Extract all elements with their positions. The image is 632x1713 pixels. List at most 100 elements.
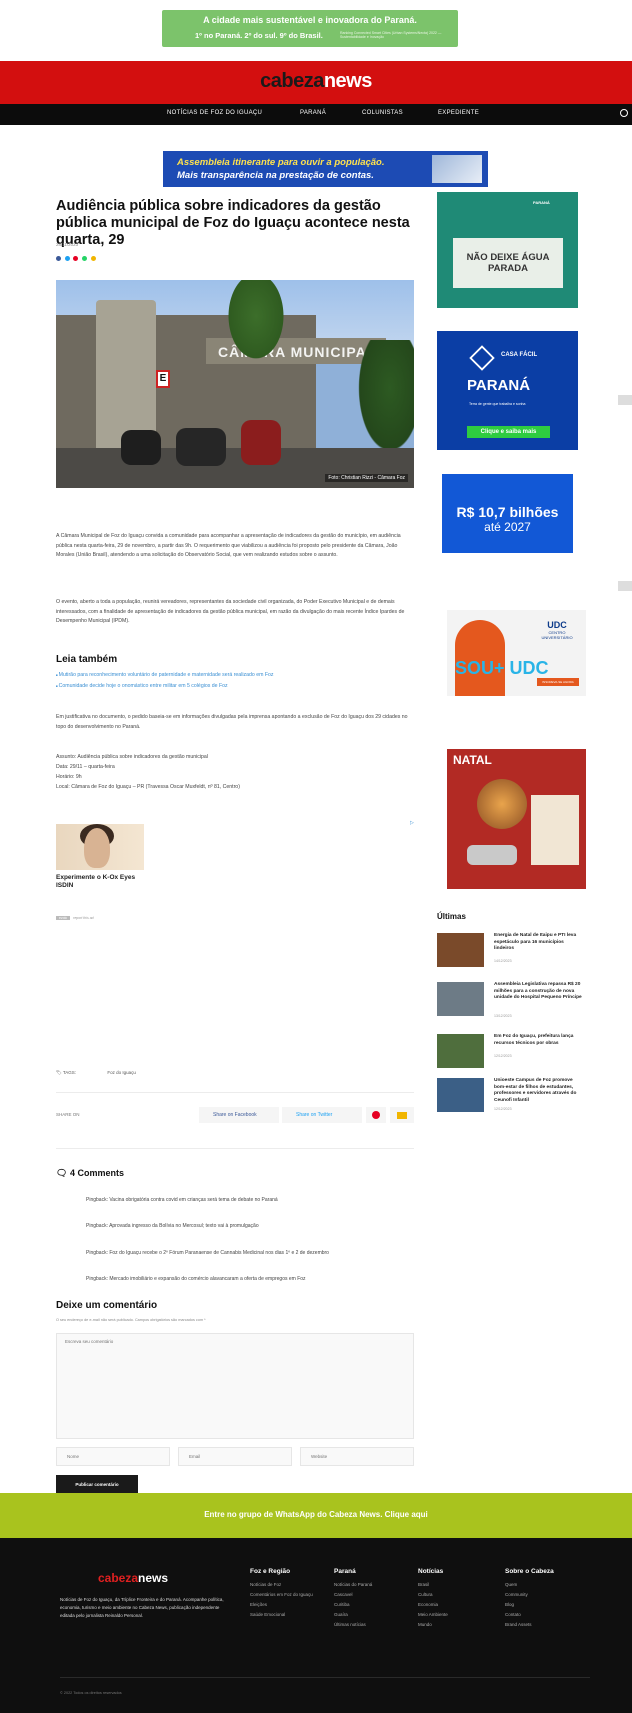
building-image — [432, 155, 482, 183]
latest-news-item[interactable]: Assembleia Legislativa repassa R$ 20 mil… — [437, 982, 587, 1018]
share-icons-top — [56, 256, 98, 263]
footer-link[interactable]: Curitiba — [334, 1600, 409, 1610]
footer-link[interactable]: Guaíra — [334, 1610, 409, 1620]
news-thumbnail — [437, 1034, 484, 1068]
comment-textarea[interactable] — [56, 1333, 414, 1439]
footer-link[interactable]: Community — [505, 1590, 580, 1600]
related-link[interactable]: Mutirão para reconhecimento voluntário d… — [56, 670, 414, 681]
top-banner-ad[interactable]: A cidade mais sustentável e inovadora do… — [162, 10, 458, 47]
share-twitter-button[interactable]: Share on Twitter — [282, 1107, 362, 1123]
nav-item-noticias-foz[interactable]: NOTÍCIAS DE FOZ DO IGUAÇU — [167, 110, 262, 116]
nav-item-expediente[interactable]: EXPEDIENTE — [438, 110, 479, 116]
pinterest-button[interactable] — [366, 1107, 386, 1123]
footer-link[interactable]: Blog — [505, 1600, 580, 1610]
divider — [56, 1092, 414, 1093]
search-icon[interactable] — [620, 109, 628, 117]
sidebar-ad-casa-facil[interactable]: CASA FÁCIL PARANÁ Terra de gente que tra… — [437, 331, 578, 450]
footer-link[interactable]: Mundo — [418, 1620, 493, 1630]
sponsored-promo[interactable]: Experimente o K-Ox Eyes ISDIN — [56, 824, 144, 890]
footer-link[interactable]: Comentários em Foz do Iguaçu — [250, 1590, 325, 1600]
mid-banner-ad[interactable]: Assembleia itinerante para ouvir a popul… — [163, 151, 488, 187]
event-date: Data: 29/11 – quarta-feira — [56, 764, 115, 770]
nav-item-parana[interactable]: PARANÁ — [300, 110, 326, 116]
whatsapp-banner[interactable]: Entre no grupo de WhatsApp do Cabeza New… — [0, 1493, 632, 1544]
comment-pingback[interactable]: Pingback: Foz do Iguaçu recebe o 2º Fóru… — [86, 1250, 426, 1256]
article-date: 28/11/2023 — [56, 242, 79, 247]
submit-comment-button[interactable]: Publicar comentário — [56, 1475, 138, 1493]
top-ad-headline: A cidade mais sustentável e inovadora do… — [203, 15, 417, 25]
footer-link[interactable]: Contato — [505, 1610, 580, 1620]
footer-link[interactable]: Quem — [505, 1580, 580, 1590]
footer-link[interactable]: Cascavel — [334, 1590, 409, 1600]
side-tab[interactable] — [618, 581, 632, 591]
pinterest-icon[interactable] — [73, 256, 79, 261]
footer-col-foz: Foz e Região Notícias de Foz Comentários… — [250, 1568, 325, 1620]
ad-casa-parana: PARANÁ — [467, 377, 531, 394]
sidebar-ad-bilhoes[interactable]: R$ 10,7 bilhões até 2027 — [442, 474, 573, 553]
ad-bil-year: até 2027 — [484, 520, 531, 534]
news-title[interactable]: Unioeste Campus de Foz promove bom-estar… — [494, 1078, 584, 1104]
nav-item-colunistas[interactable]: COLUNISTAS — [362, 110, 403, 116]
sidebar-ad-natal[interactable]: NATAL — [447, 749, 586, 889]
divider — [60, 1677, 590, 1678]
footer-link[interactable]: Notícias do Paraná — [334, 1580, 409, 1590]
article-paragraph: O evento, aberto a toda a população, reu… — [56, 599, 405, 624]
facebook-icon[interactable] — [56, 256, 61, 261]
sidebar-ad-udc[interactable]: SOU+ UDC UDC CENTRO UNIVERSITÁRIO INSCRE… — [447, 610, 586, 696]
footer-link[interactable]: Saúde Emocional — [250, 1610, 325, 1620]
car-image — [467, 845, 517, 865]
email-button[interactable] — [390, 1107, 414, 1123]
website-field[interactable] — [300, 1447, 414, 1466]
ad-casa-cta[interactable]: Clique e saiba mais — [467, 426, 550, 438]
whatsapp-icon[interactable] — [82, 256, 88, 261]
article-photo: CÂMARA MUNICIPAL E Foto: Christian Rizzi… — [56, 280, 414, 488]
footer-link[interactable]: Brand Assets — [505, 1620, 580, 1630]
share-label: SHARE ON — [56, 1112, 80, 1117]
footer-logo[interactable]: cabezanews — [98, 1571, 168, 1585]
sidebar-ad-water[interactable]: PARANÁ NÃO DEIXE ÁGUA PARADA — [437, 192, 578, 308]
comment-pingback[interactable]: Pingback: Vacina obrigatória contra covi… — [86, 1197, 426, 1203]
footer-link[interactable]: Notícias de Foz — [250, 1580, 325, 1590]
site-footer: cabezanews Notícias de Foz do Iguaçu, da… — [0, 1538, 632, 1713]
ad-info-icon[interactable]: ▷ — [410, 820, 415, 826]
email-field[interactable] — [178, 1447, 292, 1466]
footer-link[interactable]: Últimas notícias — [334, 1620, 409, 1630]
tag-link[interactable]: Foz do Iguaçu — [107, 1070, 136, 1075]
news-date: 13/12/2023 — [494, 1014, 512, 1018]
related-link[interactable]: Comunidade decide hoje o onomástico entr… — [56, 681, 414, 692]
latest-news-item[interactable]: Em Foz do Iguaçu, prefeitura lança recur… — [437, 1034, 587, 1070]
twitter-icon[interactable] — [64, 256, 70, 261]
latest-news-item[interactable]: Unioeste Campus de Foz promove bom-estar… — [437, 1078, 587, 1114]
whatsapp-cta[interactable]: Entre no grupo de WhatsApp do Cabeza New… — [0, 1510, 632, 1519]
ezoic-badge[interactable]: ezoic report this ad — [56, 916, 94, 920]
comment-pingback[interactable]: Pingback: Mercado imobiliário e expansão… — [86, 1276, 426, 1282]
email-icon[interactable] — [90, 256, 96, 261]
article-paragraph: Em justificativa no documento, o pedido … — [56, 714, 408, 730]
comment-pingback[interactable]: Pingback: Aprovada ingresso da Bolívia n… — [86, 1223, 426, 1229]
news-title[interactable]: Energia de Natal de Itaipu e PTI leva es… — [494, 933, 584, 953]
name-field[interactable] — [56, 1447, 170, 1466]
reply-note: O seu endereço de e-mail não será public… — [56, 1318, 206, 1322]
ultimas-heading: Últimas — [437, 912, 466, 921]
footer-link[interactable]: Meio Ambiente — [418, 1610, 493, 1620]
share-facebook-button[interactable]: Share on Facebook — [199, 1107, 279, 1123]
footer-link[interactable]: Eleições — [250, 1600, 325, 1610]
news-date: 12/12/2023 — [494, 1107, 512, 1111]
parking-sign: E — [156, 370, 170, 388]
mid-ad-line2: Mais transparência na prestação de conta… — [177, 170, 374, 181]
footer-col-noticias: Notícias Brasil Cultura Economia Meio Am… — [418, 1568, 493, 1630]
news-date: 12/12/2023 — [494, 1054, 512, 1058]
latest-news-item[interactable]: Energia de Natal de Itaipu e PTI leva es… — [437, 933, 587, 969]
ad-udc-cta[interactable]: INSCREVA-SE AGORA — [537, 678, 579, 686]
site-logo[interactable]: cabezanews — [0, 70, 632, 93]
side-tab[interactable] — [618, 395, 632, 405]
event-time: Horário: 9h — [56, 774, 82, 780]
footer-link[interactable]: Brasil — [418, 1580, 493, 1590]
ad-casa-title: CASA FÁCIL — [501, 352, 538, 358]
footer-link[interactable]: Economia — [418, 1600, 493, 1610]
footer-link[interactable]: Cultura — [418, 1590, 493, 1600]
news-title[interactable]: Assembleia Legislativa repassa R$ 20 mil… — [494, 982, 584, 1002]
news-title[interactable]: Em Foz do Iguaçu, prefeitura lança recur… — [494, 1034, 584, 1047]
leia-tambem-list: Mutirão para reconhecimento voluntário d… — [56, 670, 414, 692]
leia-tambem-heading: Leia também — [56, 654, 118, 665]
